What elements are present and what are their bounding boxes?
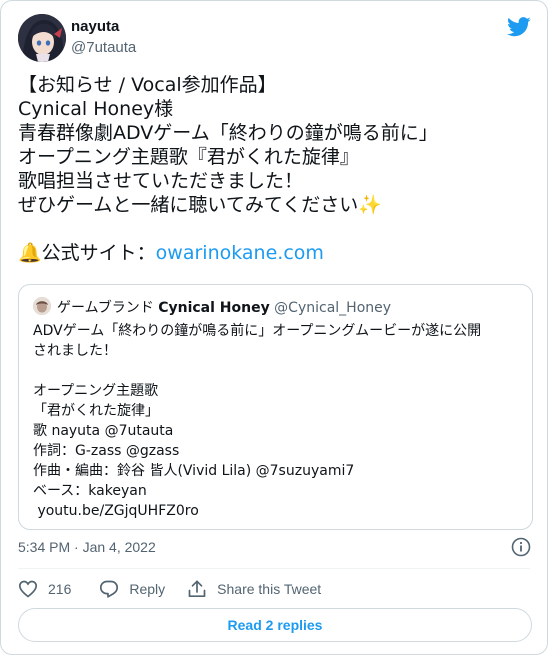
tweet-line: ぜひゲームと一緒に聴いてみてください✨ (18, 194, 382, 216)
quoted-text: ADVゲーム「終わりの鐘が鳴る前に」オープニングムービーが遂に公開 されました！… (33, 321, 523, 521)
quoted-line: ADVゲーム「終わりの鐘が鳴る前に」オープニングムービーが遂に公開 (33, 323, 482, 339)
author-name[interactable]: nayuta (71, 18, 119, 35)
share-label: Share this Tweet (217, 581, 322, 597)
divider (18, 568, 530, 569)
quoted-header: ゲームブランド Cynical Honey @Cynical_Honey (57, 297, 391, 317)
author-avatar[interactable] (18, 14, 66, 62)
quoted-name[interactable]: Cynical Honey (158, 300, 270, 316)
official-site-link[interactable]: owarinokane.com (156, 242, 324, 264)
like-button[interactable]: 216 (18, 579, 71, 599)
tweet-line: 歌唱担当させていただきました！ (18, 170, 304, 192)
quoted-line: オープニング主題歌 (33, 383, 159, 399)
action-bar: 216 Reply Share this Tweet (18, 577, 337, 601)
tweet-line: 【お知らせ / Vocal参加作品】 (18, 74, 277, 96)
share-icon (188, 580, 206, 598)
info-icon[interactable] (511, 537, 531, 557)
quoted-tweet[interactable]: ゲームブランド Cynical Honey @Cynical_Honey ADV… (18, 284, 533, 530)
quoted-line: 作曲・編曲：鈴谷 皆人(Vivid Lila) @7suzuyami7 (33, 463, 355, 479)
quoted-line (33, 361, 523, 381)
quoted-line: ベース：kakeyan (33, 483, 147, 499)
tweet-timestamp[interactable]: 5:34 PM · Jan 4, 2022 (18, 539, 156, 555)
official-site-line: 🔔公式サイト：owarinokane.com (18, 241, 538, 265)
reply-button[interactable]: Reply (99, 579, 165, 599)
quoted-line: されました！ (33, 343, 117, 359)
quoted-link[interactable]: youtu.be/ZGjqUHFZ0ro (33, 501, 523, 521)
tweet-text: 【お知らせ / Vocal参加作品】 Cynical Honey様 青春群像劇A… (18, 73, 538, 265)
tweet-line: オープニング主題歌『君がくれた旋律』 (18, 146, 359, 168)
quoted-line: 「君がくれた旋律」 (33, 403, 159, 419)
quoted-line: 歌 nayuta @7utauta (33, 423, 174, 439)
quoted-handle[interactable]: @Cynical_Honey (274, 300, 391, 316)
quoted-line: 作詞：G-zass @gzass (33, 443, 180, 459)
like-count: 216 (48, 581, 72, 597)
reply-label: Reply (129, 581, 166, 597)
reply-icon (100, 580, 119, 598)
heart-icon (18, 580, 38, 598)
tweet-card: nayuta @7utauta 【お知らせ / Vocal参加作品】 Cynic… (0, 0, 548, 655)
tweet-line: 青春群像劇ADVゲーム「終わりの鐘が鳴る前に」 (18, 122, 438, 144)
quoted-prefix: ゲームブランド (57, 300, 154, 316)
twitter-bird-icon[interactable] (507, 17, 531, 37)
read-replies-button[interactable]: Read 2 replies (18, 608, 532, 642)
tweet-line: Cynical Honey様 (18, 98, 174, 120)
author-handle[interactable]: @7utauta (71, 39, 136, 56)
quoted-avatar[interactable] (33, 297, 51, 315)
share-button[interactable]: Share this Tweet (187, 579, 321, 599)
official-site-label: 🔔公式サイト： (18, 242, 156, 264)
